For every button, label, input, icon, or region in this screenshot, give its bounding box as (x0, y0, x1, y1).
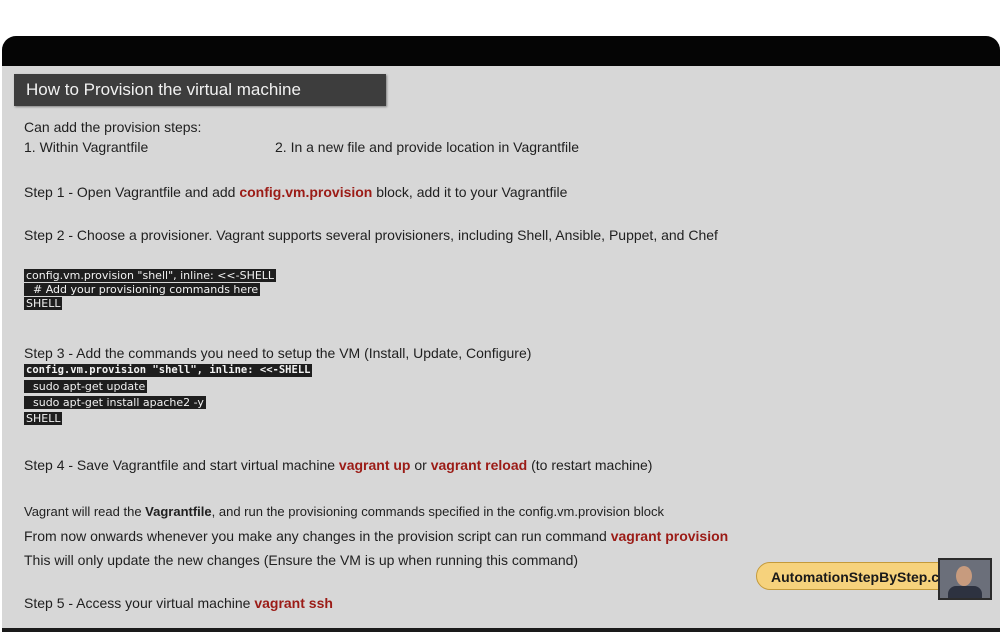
bottom-bar (2, 628, 1000, 632)
step-1-text: Step 1 - Open Vagrantfile and add (24, 184, 240, 200)
intro-line: Can add the provision steps: (24, 119, 202, 135)
step-2: Step 2 - Choose a provisioner. Vagrant s… (24, 227, 718, 243)
step-1-suffix: block, add it to your Vagrantfile (372, 184, 568, 200)
code-line: config.vm.provision "shell", inline: <<-… (24, 364, 313, 377)
note-1-bold: Vagrantfile (145, 504, 212, 519)
step-1: Step 1 - Open Vagrantfile and add config… (24, 183, 567, 201)
code-line: sudo apt-get install apache2 -y (24, 396, 206, 409)
step-1-highlight: config.vm.provision (239, 184, 373, 200)
vagrant-up-command: vagrant up (338, 457, 411, 473)
vagrant-ssh-command: vagrant ssh (254, 595, 333, 611)
slide: How to Provision the virtual machine Can… (2, 36, 1000, 632)
option-2: 2. In a new file and provide location in… (275, 139, 580, 155)
avatar-body-icon (948, 586, 982, 598)
note-1-suffix: , and run the provisioning commands spec… (211, 504, 664, 519)
note-line-1: Vagrant will read the Vagrantfile, and r… (24, 503, 664, 521)
step-5-text: Step 5 - Access your virtual machine (24, 595, 255, 611)
code-line: SHELL (24, 412, 63, 425)
step-4-text: Step 4 - Save Vagrantfile and start virt… (24, 457, 339, 473)
vagrant-provision-command: vagrant provision (610, 528, 729, 544)
slide-title: How to Provision the virtual machine (14, 74, 386, 106)
vagrant-reload-command: vagrant reload (430, 457, 528, 473)
step-4-suffix: (to restart machine) (527, 457, 653, 473)
code-line: SHELL (24, 297, 63, 310)
step-4: Step 4 - Save Vagrantfile and start virt… (24, 456, 652, 474)
note-line-2: From now onwards whenever you make any c… (24, 527, 728, 545)
step-4-or: or (410, 457, 431, 473)
note-1-text: Vagrant will read the (24, 504, 146, 519)
code-line: config.vm.provision "shell", inline: <<-… (24, 269, 277, 282)
step-3: Step 3 - Add the commands you need to se… (24, 345, 532, 361)
top-bar (2, 36, 1000, 66)
code-line: # Add your provisioning commands here (24, 283, 261, 296)
code-line: sudo apt-get update (24, 380, 148, 393)
presenter-avatar (938, 558, 992, 600)
step-5: Step 5 - Access your virtual machine vag… (24, 594, 333, 612)
note-line-3: This will only update the new changes (E… (24, 552, 579, 568)
note-2-text: From now onwards whenever you make any c… (24, 528, 611, 544)
option-1: 1. Within Vagrantfile (24, 139, 149, 155)
avatar-face-icon (956, 566, 972, 586)
channel-badge: AutomationStepByStep.com (756, 562, 960, 590)
